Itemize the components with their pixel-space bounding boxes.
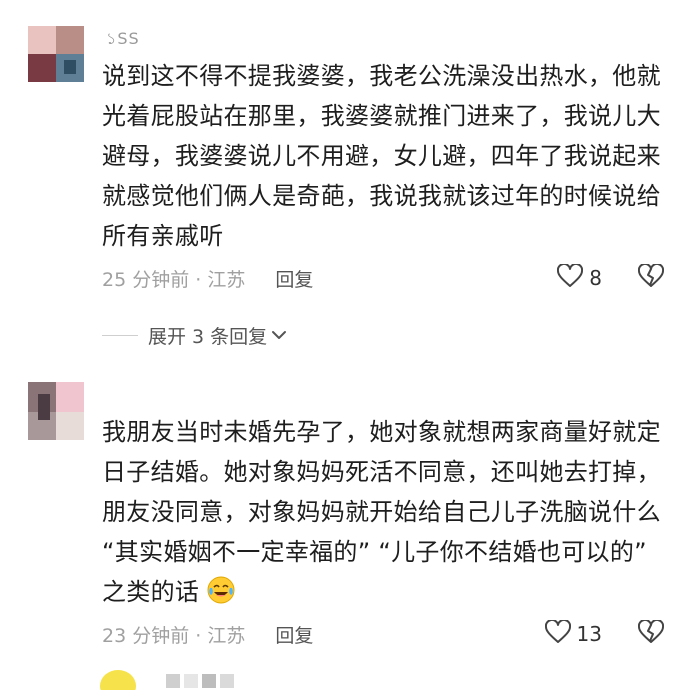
comment-line: 就感觉他们俩人是奇葩，我说我就该过年的时候说给 [102,182,661,210]
comment-line: 说到这不得不提我婆婆，我老公洗澡没出热水，他就 [102,62,661,90]
comment-line: 朋友没同意，对象妈妈就开始给自己儿子洗脑说什么 [102,498,661,526]
avatar[interactable] [28,382,84,440]
comment-text: 说到这不得不提我婆婆，我老公洗澡没出热水，他就 光着屁股站在那里，我婆婆就推门进… [102,56,674,256]
comment-line: 之类的话 [102,572,674,612]
broken-heart-icon [637,618,665,648]
time-location: 23 分钟前 · 江苏 [102,624,246,647]
divider-line [102,334,138,336]
like-count: 13 [576,622,602,646]
username[interactable]: ১SS [106,26,140,53]
heart-icon [557,262,584,293]
reply-button[interactable]: 回复 [275,621,313,648]
comment-meta: 25 分钟前 · 江苏 回复 [102,263,313,293]
comment-line: “其实婚姻不一定幸福的” “儿子你不结婚也可以的” [102,538,647,566]
comment-line: 避母，我婆婆说儿不用避，女儿避，四年了我说起来 [102,142,661,170]
dislike-button[interactable] [637,618,665,649]
comment-text: 我朋友当时未婚先孕了，她对象就想两家商量好就定 日子结婚。她对象妈妈死活不同意，… [102,412,674,612]
next-comment-avatars [100,670,234,690]
comment-line: 所有亲戚听 [102,222,224,250]
expand-replies-button[interactable]: 展开 3 条回复 [102,320,287,350]
like-button[interactable]: 8 [557,262,602,293]
next-comment-peek [0,660,690,690]
comment-line: 我朋友当时未婚先孕了，她对象就想两家商量好就定 [102,418,661,446]
comment-line-text: 之类的话 [102,578,200,606]
expand-replies-label: 展开 3 条回复 [148,325,268,348]
crying-laughing-emoji-icon [207,576,235,604]
broken-heart-icon [637,262,665,292]
chevron-down-icon [271,326,287,345]
dislike-button[interactable] [637,262,665,293]
comment-meta: 23 分钟前 · 江苏 回复 [102,619,313,649]
avatar[interactable] [28,26,84,82]
reply-button[interactable]: 回复 [275,265,313,292]
time-location: 25 分钟前 · 江苏 [102,268,246,291]
comment-item: 我朋友当时未婚先孕了，她对象就想两家商量好就定 日子结婚。她对象妈妈死活不同意，… [0,360,690,660]
comment-line: 日子结婚。她对象妈妈死活不同意，还叫她去打掉， [102,458,661,486]
like-button[interactable]: 13 [544,618,602,649]
heart-icon [544,618,571,649]
like-count: 8 [589,266,602,290]
comment-item: ১SS 说到这不得不提我婆婆，我老公洗澡没出热水，他就 光着屁股站在那里，我婆婆… [0,0,690,360]
comment-line: 光着屁股站在那里，我婆婆就推门进来了，我说儿大 [102,102,661,130]
